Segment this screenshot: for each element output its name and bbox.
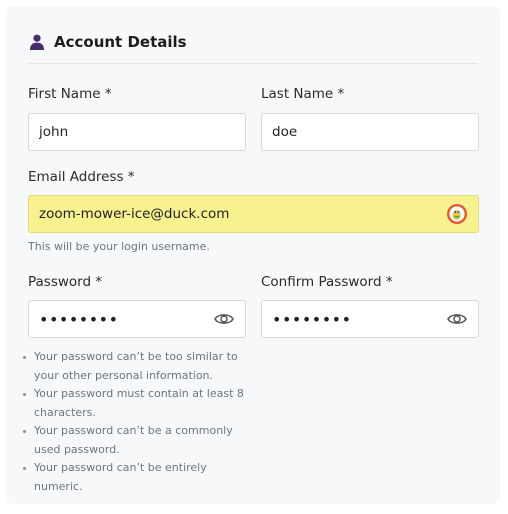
password-field[interactable]: •••••••• xyxy=(28,300,246,338)
password-rule: Your password can’t be a commonly used p… xyxy=(22,422,258,459)
last-name-label: Last Name * xyxy=(261,86,345,102)
eye-icon[interactable] xyxy=(213,308,235,330)
confirm-password-value: •••••••• xyxy=(272,309,352,329)
duckduckgo-icon[interactable] xyxy=(446,203,468,225)
email-label: Email Address * xyxy=(28,169,135,185)
password-label: Password * xyxy=(28,274,103,290)
eye-icon[interactable] xyxy=(446,308,468,330)
confirm-password-label: Confirm Password * xyxy=(261,274,393,290)
last-name-value: doe xyxy=(272,124,298,140)
confirm-password-field[interactable]: •••••••• xyxy=(261,300,479,338)
password-rule: Your password can’t be too similar to yo… xyxy=(22,348,258,385)
password-value: •••••••• xyxy=(39,309,119,329)
account-details-card: Account Details First Name * john Last N… xyxy=(6,6,500,504)
first-name-label: First Name * xyxy=(28,86,112,102)
user-icon xyxy=(28,33,46,51)
email-value: zoom-mower-ice@duck.com xyxy=(39,206,230,222)
email-help-text: This will be your login username. xyxy=(28,240,210,253)
first-name-field[interactable]: john xyxy=(28,113,246,151)
password-rules-list: Your password can’t be too similar to yo… xyxy=(22,348,258,496)
password-rule: Your password can’t be entirely numeric. xyxy=(22,459,258,496)
card-header: Account Details xyxy=(28,30,478,64)
email-field[interactable]: zoom-mower-ice@duck.com xyxy=(28,195,479,233)
first-name-value: john xyxy=(39,124,69,140)
last-name-field[interactable]: doe xyxy=(261,113,479,151)
password-rule: Your password must contain at least 8 ch… xyxy=(22,385,258,422)
section-title: Account Details xyxy=(54,32,187,51)
